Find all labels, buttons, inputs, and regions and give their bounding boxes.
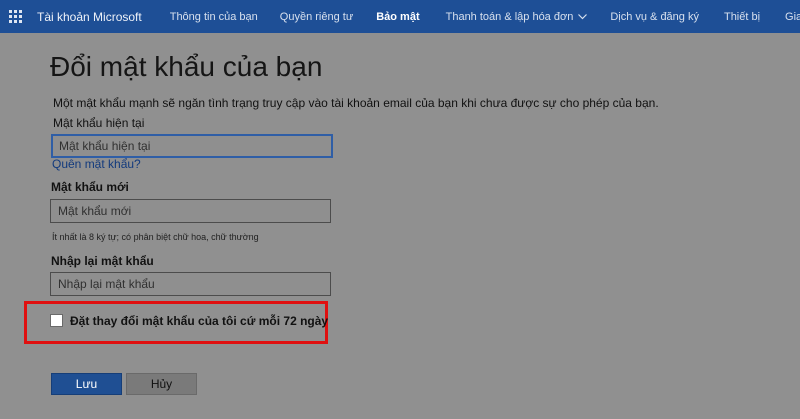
expire-password-label[interactable]: Đặt thay đổi mật khẩu của tôi cứ mỗi 72 …: [70, 314, 328, 328]
save-button[interactable]: Lưu: [51, 373, 122, 395]
nav-item-security[interactable]: Bảo mật: [376, 11, 419, 23]
nav-item-privacy[interactable]: Quyền riêng tư: [280, 11, 353, 23]
page-title: Đổi mật khẩu của bạn: [50, 51, 323, 82]
new-password-label: Mật khẩu mới: [51, 180, 129, 194]
chevron-down-icon: [578, 13, 588, 19]
nav-item-your-info[interactable]: Thông tin của bạn: [170, 11, 258, 23]
current-password-input[interactable]: [51, 134, 333, 158]
nav-item-devices[interactable]: Thiết bị: [724, 11, 760, 23]
nav-item-family[interactable]: Gia đình: [785, 11, 800, 23]
intro-text: Một mật khẩu mạnh sẽ ngăn tình trạng tru…: [53, 96, 659, 110]
nav-item-payment-billing-label: Thanh toán & lập hóa đơn: [445, 10, 574, 23]
nav-item-services-subscriptions[interactable]: Dịch vụ & đăng ký: [610, 11, 699, 23]
current-password-label: Mật khẩu hiện tại: [53, 116, 145, 130]
forgot-password-link[interactable]: Quên mật khẩu?: [52, 157, 141, 171]
brand-title[interactable]: Tài khoản Microsoft: [37, 10, 142, 24]
cancel-button[interactable]: Hủy: [126, 373, 197, 395]
confirm-password-input[interactable]: [50, 272, 331, 296]
top-navigation-bar: Tài khoản Microsoft Thông tin của bạn Qu…: [0, 0, 800, 33]
main-nav: Thông tin của bạn Quyền riêng tư Bảo mật…: [170, 11, 800, 23]
waffle-grid-icon[interactable]: [9, 9, 22, 24]
password-requirements-hint: Ít nhất là 8 ký tự; có phân biệt chữ hoa…: [52, 232, 259, 242]
nav-item-payment-billing[interactable]: Thanh toán & lập hóa đơn: [446, 11, 588, 23]
new-password-input[interactable]: [50, 199, 331, 223]
confirm-password-label: Nhập lại mật khẩu: [51, 254, 154, 268]
expire-password-checkbox[interactable]: [50, 314, 63, 327]
